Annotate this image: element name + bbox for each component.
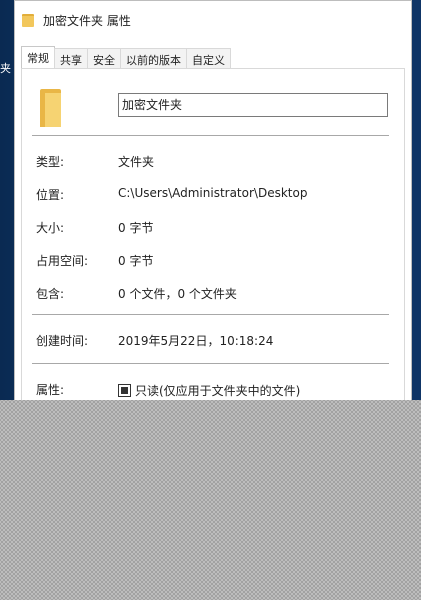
tab-customize[interactable]: 自定义 [186, 48, 231, 69]
location-label: 位置: [36, 188, 65, 202]
tab-general[interactable]: 常规 [21, 46, 55, 69]
contains-value: 0 个文件，0 个文件夹 [118, 287, 237, 301]
readonly-label: 只读(仅应用于文件夹中的文件) [135, 384, 301, 398]
disk-size-label: 占用空间: [36, 254, 89, 268]
location-value: C:\Users\Administrator\Desktop [118, 186, 308, 200]
folder-icon [22, 13, 34, 27]
checkbox-indeterminate-icon[interactable] [118, 384, 131, 397]
created-label: 创建时间: [36, 334, 89, 348]
folder-icon [40, 89, 61, 127]
type-value: 文件夹 [118, 155, 155, 169]
desktop-icon-label: 夹 [0, 62, 11, 75]
contains-label: 包含: [36, 287, 65, 301]
window-title: 加密文件夹 属性 [43, 13, 131, 28]
divider [32, 135, 389, 136]
title-bar[interactable]: 加密文件夹 属性 [15, 1, 411, 39]
disk-size-value: 0 字节 [118, 254, 154, 268]
folder-name-field[interactable]: 加密文件夹 [118, 93, 388, 117]
divider [32, 314, 389, 315]
general-panel: 加密文件夹 类型: 文件夹 位置: C:\Users\Administrator… [21, 68, 405, 410]
properties-dialog: 加密文件夹 属性 常规 共享 安全 以前的版本 自定义 加密文件夹 类型: 文件… [14, 0, 412, 410]
readonly-checkbox[interactable]: 只读(仅应用于文件夹中的文件) [118, 382, 300, 399]
type-label: 类型: [36, 155, 65, 169]
occlusion-overlay [0, 400, 421, 600]
created-value: 2019年5月22日，10:18:24 [118, 334, 274, 348]
size-label: 大小: [36, 221, 65, 235]
divider [32, 363, 389, 364]
attributes-label: 属性: [36, 383, 65, 397]
size-value: 0 字节 [118, 221, 154, 235]
tab-security[interactable]: 安全 [87, 48, 121, 69]
tab-sharing[interactable]: 共享 [54, 48, 88, 69]
tab-previous-versions[interactable]: 以前的版本 [120, 48, 187, 69]
tab-strip: 常规 共享 安全 以前的版本 自定义 [21, 46, 231, 69]
